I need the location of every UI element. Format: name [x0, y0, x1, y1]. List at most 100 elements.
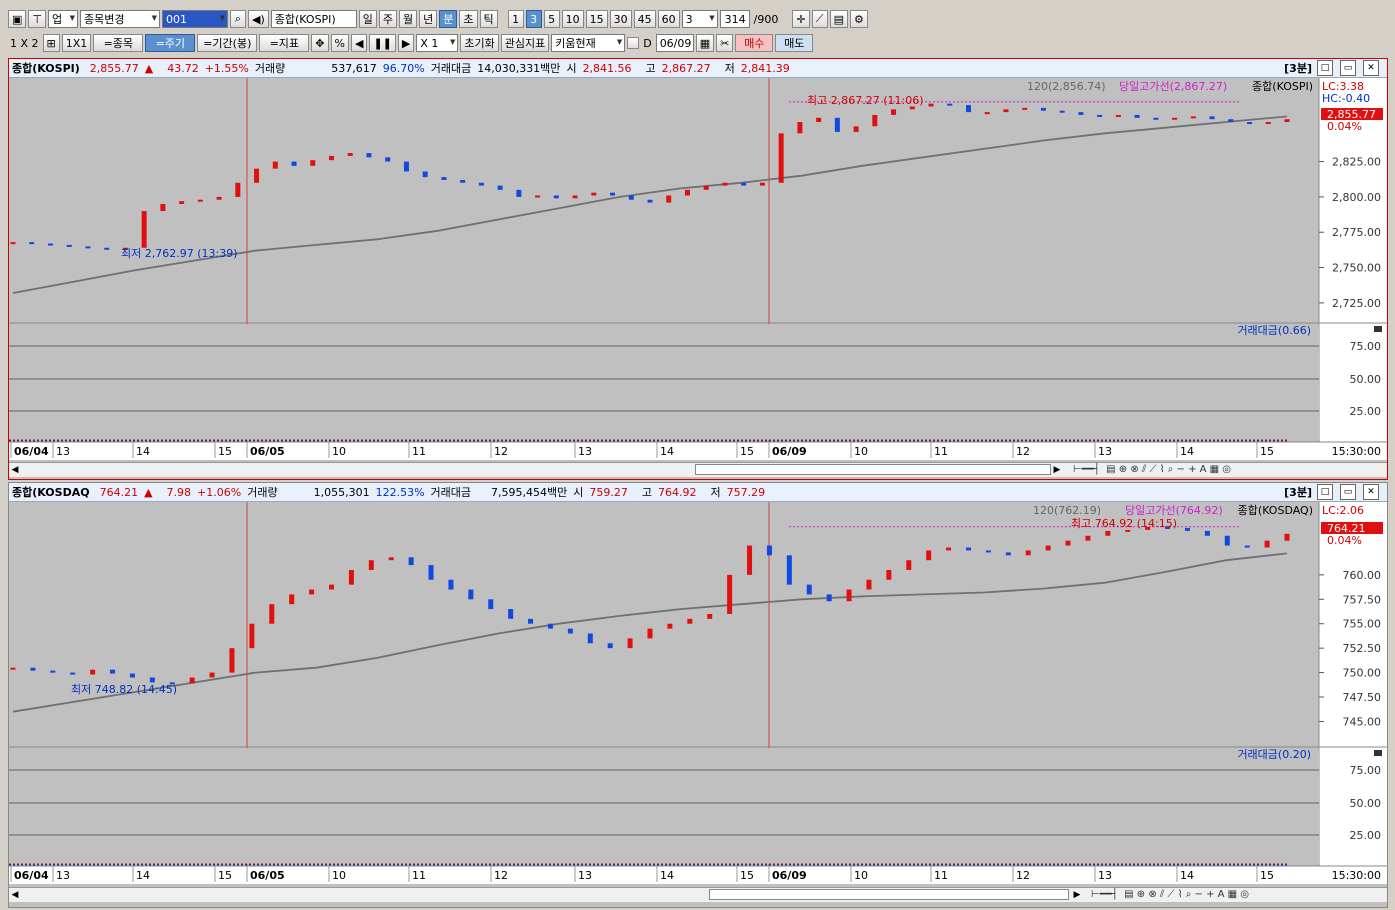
save-icon[interactable]: ▤	[829, 10, 848, 28]
move-icon[interactable]: ✥	[311, 34, 329, 52]
window-icon[interactable]: ▣	[8, 10, 27, 28]
date-prefix: D	[643, 36, 652, 50]
grid-icon[interactable]: ⊞	[42, 34, 60, 52]
candle	[741, 182, 747, 186]
interval-select[interactable]: 3	[681, 10, 718, 28]
date-input[interactable]: 06/09	[655, 34, 694, 52]
layout-1x2[interactable]: 1 X 2	[8, 37, 41, 50]
minimize-icon[interactable]: □	[1317, 60, 1333, 76]
interval-15[interactable]: 15	[585, 10, 608, 28]
reset-button[interactable]: 초기화	[460, 34, 499, 52]
calendar-icon[interactable]: ▦	[695, 34, 715, 52]
time-label: 15:30:00	[1332, 445, 1381, 458]
scroll-left-icon[interactable]: ◀	[9, 888, 21, 901]
legend-high-line: 당일고가선(2,867.27)	[1119, 79, 1227, 93]
candle	[497, 185, 503, 190]
interval-5[interactable]: 5	[543, 10, 560, 28]
sync-stock-button[interactable]: =종목	[93, 34, 144, 52]
chart-scrollbar[interactable]: ◀ ▶ ⊢━━┤ ▤ ⊕ ⊗ ⫽ ⟋ ⌇ ⌕ − + A ▦ ◎	[9, 887, 1387, 902]
candle	[1105, 530, 1111, 536]
low-label: 저	[710, 486, 721, 499]
candle	[816, 117, 822, 123]
crosshair-icon[interactable]: ✛	[792, 10, 810, 28]
pin-icon[interactable]: ⊤	[28, 10, 46, 28]
candle	[310, 160, 316, 166]
up-arrow-icon: ▲	[144, 61, 154, 75]
interval-3[interactable]: 3	[525, 10, 542, 28]
bar-count-input[interactable]: 314	[719, 10, 750, 28]
scroll-right-icon[interactable]: ▶	[1051, 463, 1063, 476]
interval-60[interactable]: 60	[657, 10, 680, 28]
trend-icon[interactable]: ⟋	[811, 10, 828, 28]
scroll-right-icon[interactable]: ▶	[1071, 888, 1083, 901]
multiplier-select[interactable]: X 1	[416, 34, 459, 52]
sync-range-button[interactable]: =기간(봉)	[197, 34, 258, 52]
candle	[1264, 540, 1270, 548]
sell-button[interactable]: 매도	[775, 34, 814, 52]
candle	[50, 670, 56, 673]
minimize-icon[interactable]: □	[1317, 484, 1333, 500]
high-value: 2,867.27	[661, 61, 711, 75]
candle	[488, 599, 494, 610]
panel-window-buttons: [3분] □ ▭ ✕	[1284, 484, 1385, 500]
volume-value: 537,617	[331, 61, 377, 75]
kiwoom-current-select[interactable]: 키움현재	[551, 34, 626, 52]
buy-button[interactable]: 매수	[735, 34, 774, 52]
settings-icon[interactable]: ⚙	[849, 10, 868, 28]
stock-name-field: 종합(KOSPI)	[270, 10, 357, 28]
stock-change-select[interactable]: 종목변경	[80, 10, 160, 28]
candle	[1045, 545, 1051, 551]
period-day[interactable]: 일	[358, 10, 377, 28]
price-change-pct: +1.06%	[197, 485, 242, 499]
period-year[interactable]: 년	[419, 10, 438, 28]
search-icon[interactable]: ⌕	[230, 10, 246, 28]
x-tick-label: 14	[660, 869, 674, 882]
candle	[727, 574, 733, 614]
low-note: 최저 748.82 (14:45)	[71, 683, 177, 696]
legend-ma: 120(762.19)	[1033, 504, 1101, 517]
chart-tool-icons[interactable]: ⊢━━┤ ▤ ⊕ ⊗ ⫽ ⟋ ⌇ ⌕ − + A ▦ ◎	[1073, 463, 1231, 476]
period-month[interactable]: 월	[399, 10, 418, 28]
kosdaq-price-chart[interactable]: 760.00 757.50 755.00 752.50 750.00 747.50 745.…	[9, 502, 1387, 892]
scroll-thumb[interactable]	[695, 464, 1051, 475]
candle	[553, 195, 559, 199]
time-label: 15:30:00	[1332, 869, 1381, 882]
sync-period-button[interactable]: =주기	[145, 34, 196, 52]
candle	[947, 103, 953, 106]
maximize-icon[interactable]: ▭	[1340, 484, 1356, 500]
period-week[interactable]: 주	[378, 10, 398, 28]
x-tick-label: 13	[56, 869, 70, 882]
interval-45[interactable]: 45	[633, 10, 656, 28]
next-icon[interactable]: ▶	[397, 34, 415, 52]
chart-tool-icons[interactable]: ⊢━━┤ ▤ ⊕ ⊗ ⫽ ⟋ ⌇ ⌕ − + A ▦ ◎	[1091, 888, 1249, 901]
prev-icon[interactable]: ◀	[350, 34, 368, 52]
interval-10[interactable]: 10	[561, 10, 584, 28]
scroll-thumb[interactable]	[709, 889, 1069, 900]
layout-1x1[interactable]: 1X1	[61, 34, 92, 52]
pause-icon[interactable]: ❚❚	[369, 34, 396, 52]
date-checkbox[interactable]	[627, 37, 640, 49]
interval-30[interactable]: 30	[609, 10, 632, 28]
candle	[834, 117, 840, 132]
scroll-left-icon[interactable]: ◀	[9, 463, 21, 476]
scissors-icon[interactable]: ✂	[716, 34, 734, 52]
watch-indicator-button[interactable]: 관심지표	[500, 34, 550, 52]
period-tick[interactable]: 틱	[479, 10, 498, 28]
sync-indicator-button[interactable]: =지표	[259, 34, 310, 52]
close-icon[interactable]: ✕	[1363, 484, 1379, 500]
close-icon[interactable]: ✕	[1363, 60, 1379, 76]
candle	[966, 105, 971, 113]
kospi-price-chart[interactable]: 2,825.00 2,800.00 2,775.00 2,750.00 2,725.00…	[9, 78, 1387, 464]
category-select[interactable]: 업	[48, 10, 78, 28]
index-name: 종합(KOSDAQ	[12, 486, 90, 499]
chart-scrollbar[interactable]: ◀ ▶ ⊢━━┤ ▤ ⊕ ⊗ ⫽ ⟋ ⌇ ⌕ − + A ▦ ◎	[9, 462, 1387, 477]
high-label: 고	[641, 486, 652, 499]
period-second[interactable]: 초	[459, 10, 478, 28]
speaker-icon[interactable]: ◀)	[248, 10, 269, 28]
interval-1[interactable]: 1	[507, 10, 524, 28]
candle	[209, 672, 215, 678]
code-input[interactable]: 001	[162, 10, 228, 28]
period-minute[interactable]: 분	[439, 10, 458, 28]
maximize-icon[interactable]: ▭	[1340, 60, 1356, 76]
percent-button[interactable]: %	[330, 34, 349, 52]
